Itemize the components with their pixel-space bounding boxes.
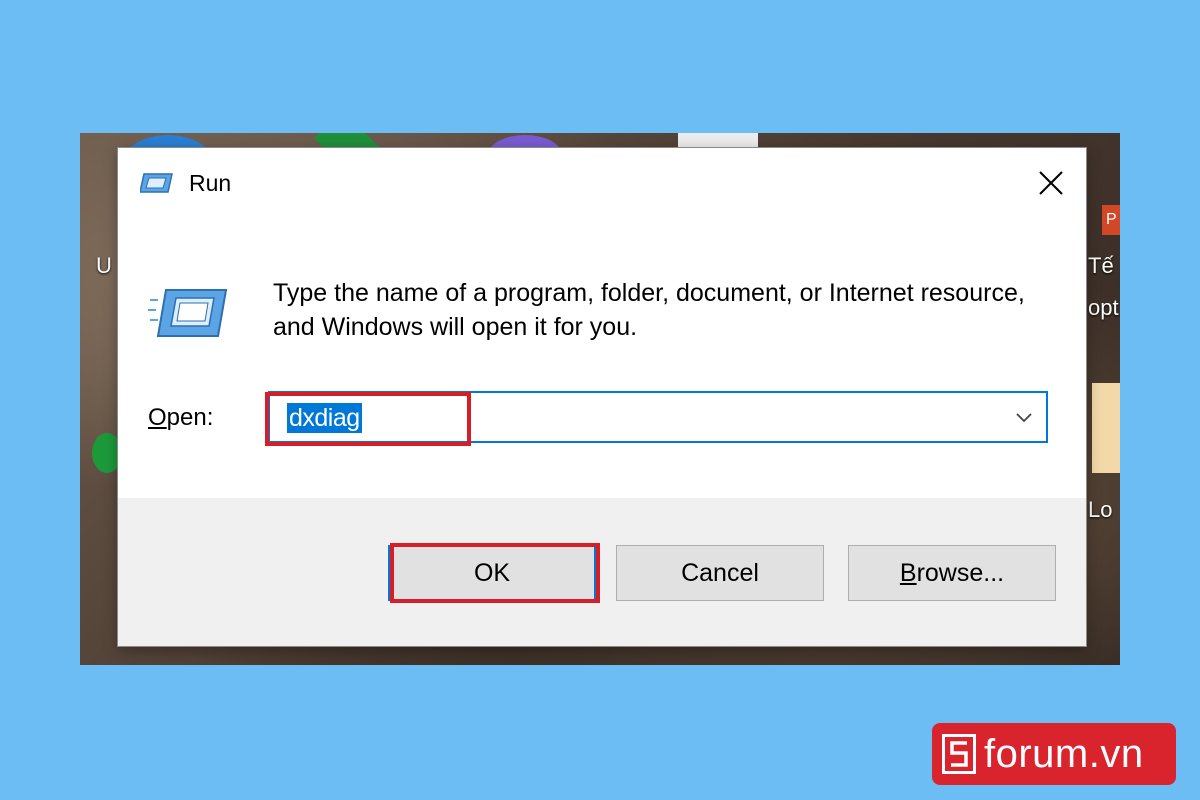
desktop-file-icon[interactable]	[1092, 383, 1120, 473]
open-label-text: pen:	[166, 404, 214, 431]
highlight-box-ok	[390, 543, 600, 603]
title-bar[interactable]: Run	[118, 148, 1086, 224]
run-program-icon	[148, 289, 228, 337]
browse-mnemonic: B	[899, 558, 917, 587]
dialog-description: Type the name of a program, folder, docu…	[273, 279, 1025, 341]
desktop-label-right-top: Tế	[1088, 253, 1114, 278]
desktop-label-right-mid: opt	[1088, 295, 1119, 320]
button-area: OK Cancel Browse...	[118, 498, 1086, 646]
dialog-title: Run	[189, 170, 232, 196]
close-button[interactable]	[1016, 148, 1086, 218]
cancel-button[interactable]: Cancel	[616, 545, 824, 601]
browse-button[interactable]: Browse...	[848, 545, 1056, 601]
sforum-logo-mark	[942, 734, 976, 774]
sforum-s-icon	[950, 741, 968, 767]
sforum-watermark: forum.vn	[932, 723, 1176, 785]
desktop-label-right-bottom: Lo	[1088, 497, 1113, 522]
highlight-box-input	[265, 392, 471, 446]
sforum-text: forum.vn	[984, 731, 1144, 776]
open-label: Open:	[148, 404, 213, 432]
powerpoint-badge: P	[1102, 205, 1120, 235]
run-dialog: Run Type the name of a program, folder, …	[118, 148, 1086, 646]
run-icon	[140, 173, 173, 193]
open-label-mnemonic: O	[148, 404, 167, 431]
desktop-label-left: U	[96, 253, 112, 278]
chevron-down-icon[interactable]	[1012, 407, 1036, 427]
close-icon	[1039, 171, 1063, 195]
browse-label: rowse...	[916, 558, 1005, 587]
